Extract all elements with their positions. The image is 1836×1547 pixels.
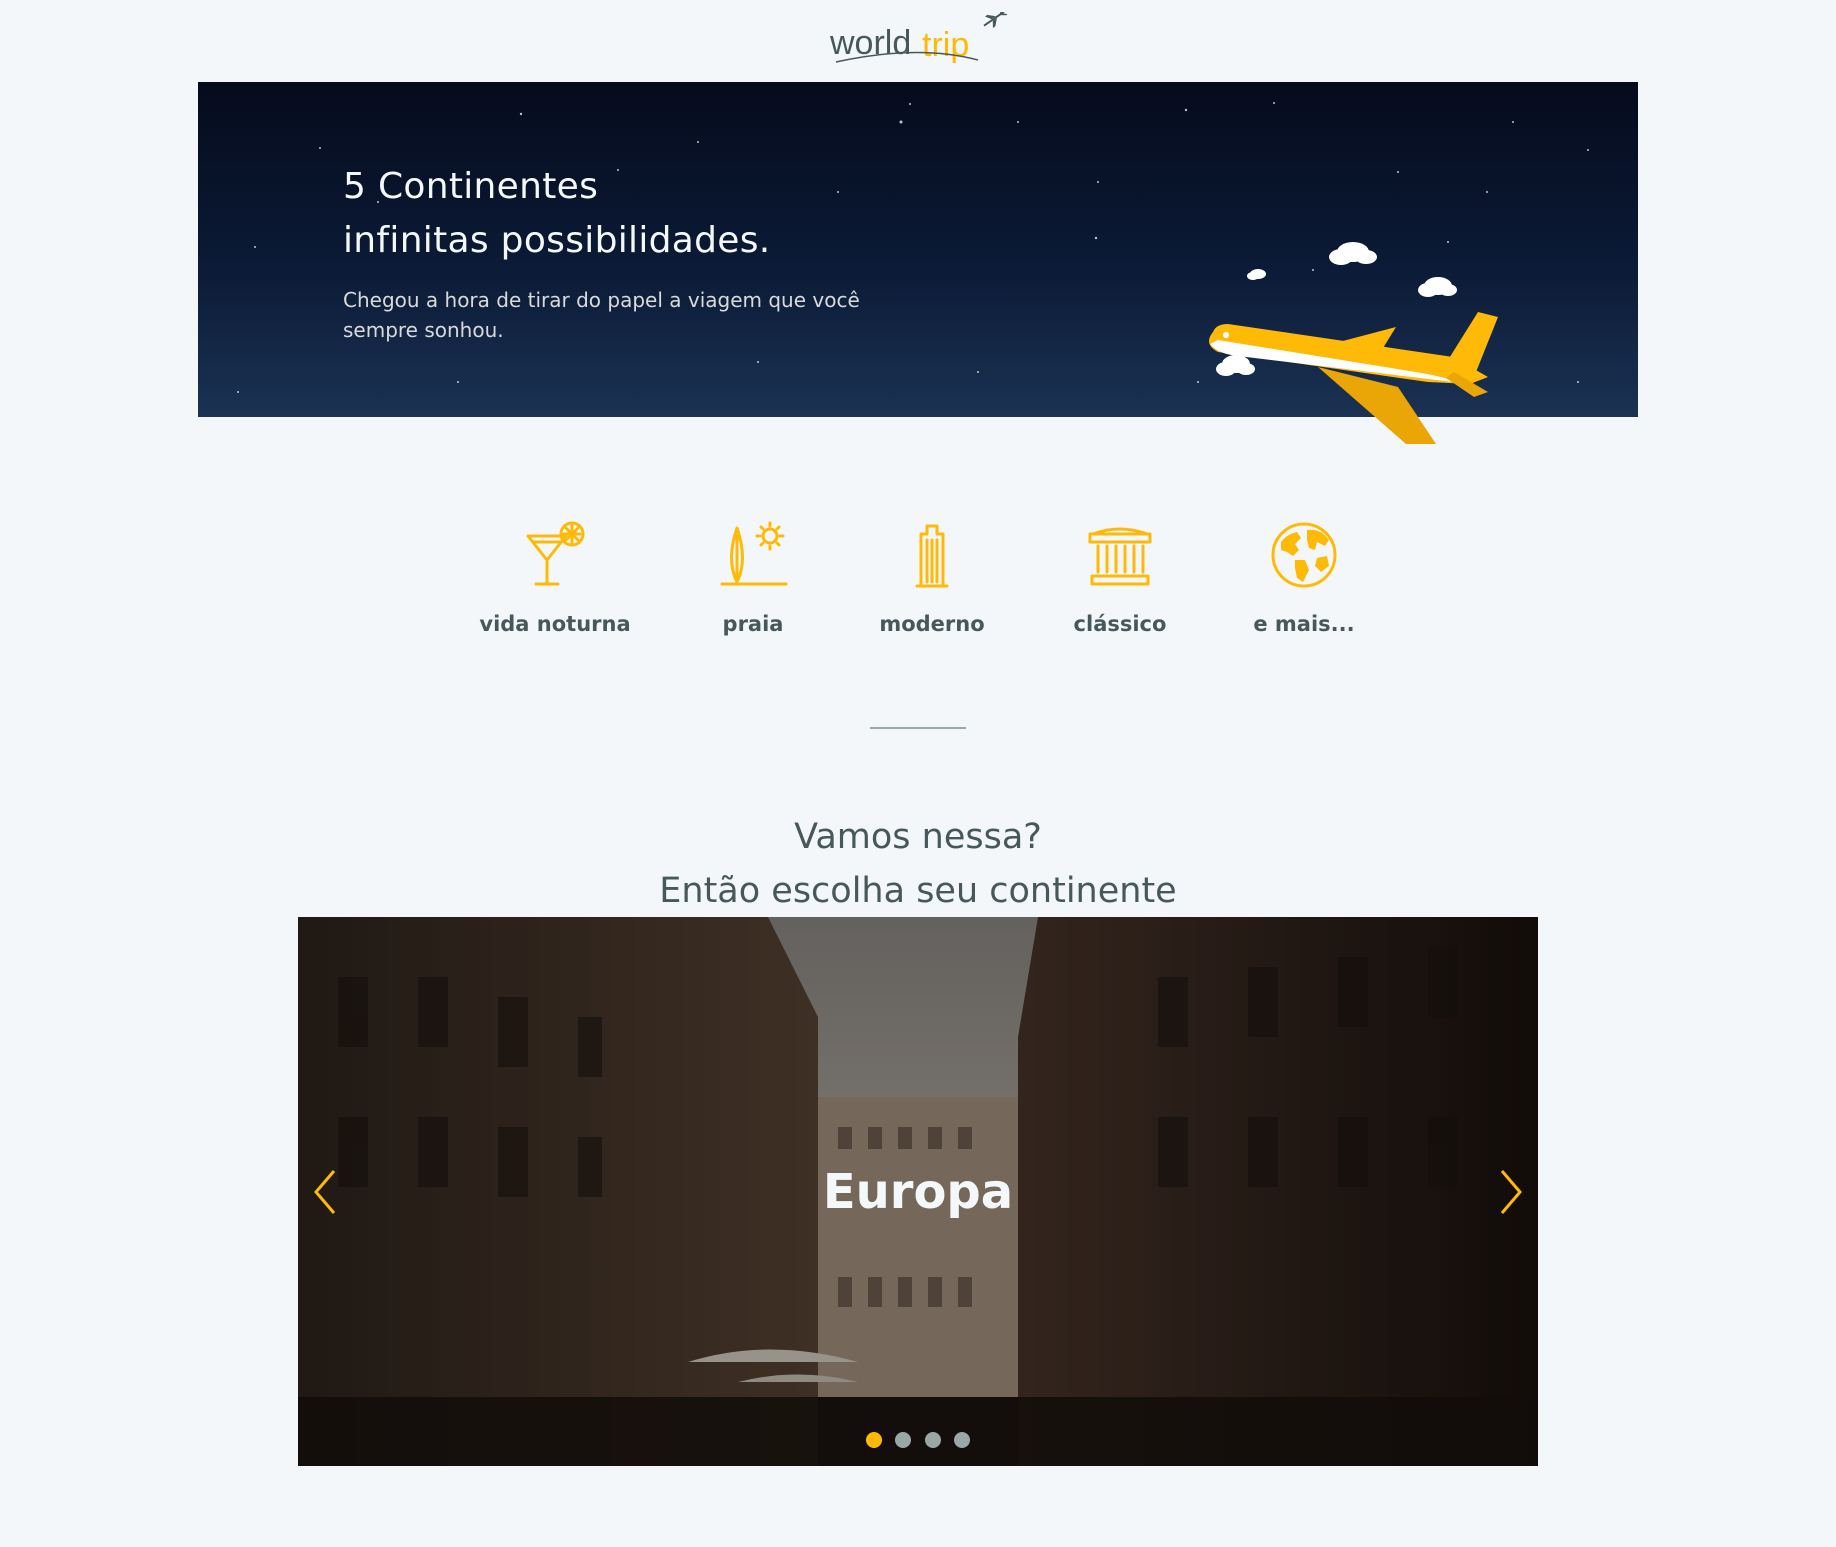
type-item-e-mais: e mais... [1214,520,1394,636]
header: world trip [0,0,1836,82]
pagination-dot[interactable] [924,1432,941,1448]
chevron-right-icon[interactable] [1490,1167,1530,1217]
surf-sun-icon [720,521,788,586]
slider-pagination [298,1432,1538,1452]
chevron-left-icon[interactable] [306,1167,346,1217]
airplane-icon [1209,242,1498,444]
pagination-dot[interactable] [895,1432,912,1448]
banner-title-line2: infinitas possibilidades. [343,220,771,261]
museum-icon [1088,527,1152,586]
pagination-dot[interactable] [866,1432,883,1448]
type-label: moderno [879,612,985,636]
slide-title[interactable]: Europa [298,917,1538,1466]
banner-title: 5 Continentes infinitas possibilidades. [343,160,771,268]
hero-banner: 5 Continentes infinitas possibilidades. … [198,82,1638,444]
travel-types: vida noturna praia moderno clássico e ma… [0,520,1836,650]
type-item-classico: clássico [1030,520,1210,636]
logo-plane-icon [983,12,1008,29]
continent-slider[interactable]: Europa [298,917,1538,1466]
plane-body [1209,312,1498,444]
cocktail-icon [526,521,585,586]
type-label: e mais... [1253,612,1355,636]
logo-trip-text: trip [922,26,969,64]
worldtrip-logo[interactable]: world trip [828,12,1008,72]
cta-line2: Então escolha seu continente [659,871,1177,911]
cta-line1: Vamos nessa? [794,817,1042,857]
type-label: vida noturna [479,612,631,636]
pagination-dot[interactable] [953,1432,970,1448]
building-icon [915,524,949,588]
globe-icon [1271,522,1337,588]
section-divider [870,727,966,729]
banner-title-line1: 5 Continentes [343,166,599,207]
type-label: clássico [1073,612,1167,636]
type-item-moderno: moderno [842,520,1022,636]
banner-subtitle: Chegou a hora de tirar do papel a viagem… [343,288,860,342]
cta-heading: Vamos nessa? Então escolha seu continent… [0,810,1836,918]
type-label: praia [722,612,784,636]
type-item-praia: praia [663,520,843,636]
type-item-vida-noturna: vida noturna [465,520,645,636]
